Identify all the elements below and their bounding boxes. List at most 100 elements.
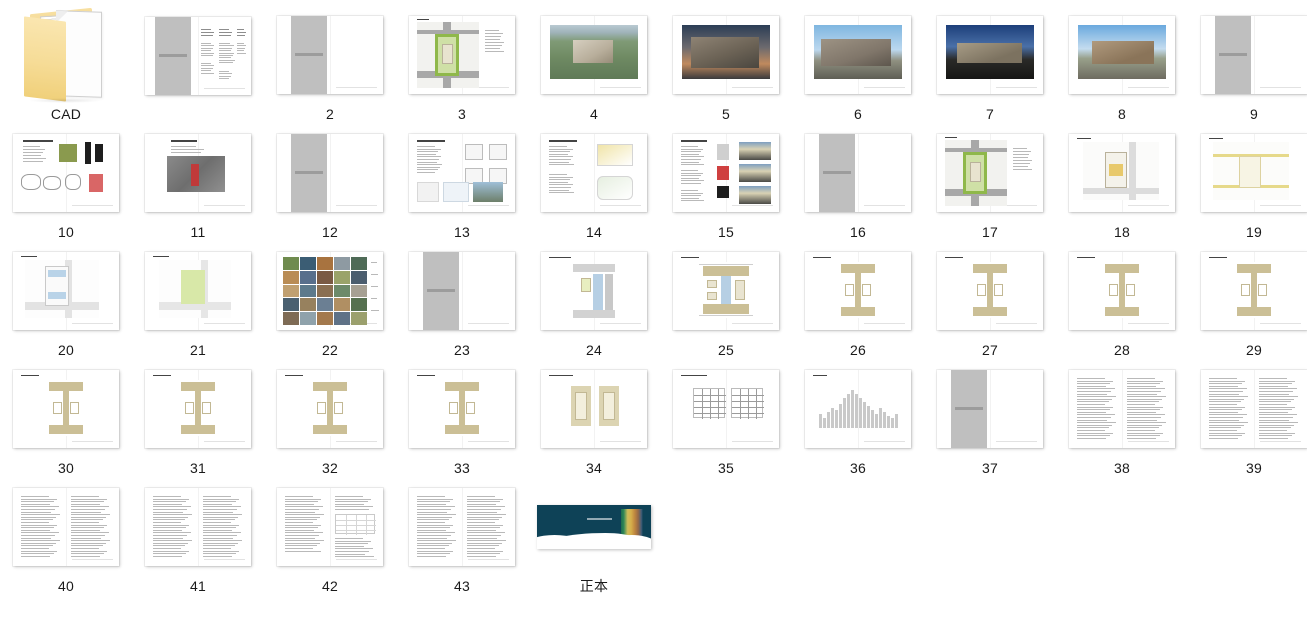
file-label[interactable]: 24: [586, 342, 602, 358]
file-item[interactable]: 15: [660, 122, 792, 240]
file-label[interactable]: 20: [58, 342, 74, 358]
thumbnail[interactable]: [660, 358, 792, 460]
file-label[interactable]: 3: [458, 106, 466, 122]
file-label[interactable]: 7: [986, 106, 994, 122]
thumbnail[interactable]: [132, 4, 264, 108]
file-label[interactable]: 36: [850, 460, 866, 476]
thumbnail[interactable]: [792, 358, 924, 460]
file-item[interactable]: 10: [0, 122, 132, 240]
thumbnail[interactable]: [264, 240, 396, 342]
file-item[interactable]: 正本: [528, 476, 660, 594]
file-label[interactable]: 14: [586, 224, 602, 240]
thumbnail[interactable]: [396, 240, 528, 342]
file-label[interactable]: 23: [454, 342, 470, 358]
file-item[interactable]: 43: [396, 476, 528, 594]
thumbnail[interactable]: [1056, 122, 1188, 224]
file-label[interactable]: 31: [190, 460, 206, 476]
file-item[interactable]: 14: [528, 122, 660, 240]
file-item[interactable]: 12: [264, 122, 396, 240]
file-item[interactable]: 31: [132, 358, 264, 476]
thumbnail[interactable]: [0, 476, 132, 578]
file-label[interactable]: 28: [1114, 342, 1130, 358]
thumbnail[interactable]: [396, 476, 528, 578]
thumbnail[interactable]: [528, 4, 660, 106]
file-label[interactable]: 25: [718, 342, 734, 358]
thumbnail[interactable]: [528, 122, 660, 224]
file-label[interactable]: 27: [982, 342, 998, 358]
file-label[interactable]: 39: [1246, 460, 1262, 476]
thumbnail[interactable]: [1056, 358, 1188, 460]
file-item[interactable]: [132, 4, 264, 122]
file-item[interactable]: 21: [132, 240, 264, 358]
file-item[interactable]: 41: [132, 476, 264, 594]
thumbnail[interactable]: [0, 4, 132, 106]
file-label[interactable]: 19: [1246, 224, 1262, 240]
file-label[interactable]: 6: [854, 106, 862, 122]
file-label[interactable]: 37: [982, 460, 998, 476]
thumbnail[interactable]: [0, 358, 132, 460]
file-label[interactable]: 9: [1250, 106, 1258, 122]
thumbnail[interactable]: [1056, 4, 1188, 106]
file-label[interactable]: 8: [1118, 106, 1126, 122]
thumbnail[interactable]: [792, 122, 924, 224]
file-item[interactable]: 22: [264, 240, 396, 358]
thumbnail[interactable]: [264, 476, 396, 578]
file-label[interactable]: 29: [1246, 342, 1262, 358]
file-label[interactable]: 30: [58, 460, 74, 476]
thumbnail[interactable]: [1056, 240, 1188, 342]
file-label[interactable]: 10: [58, 224, 74, 240]
file-item[interactable]: 5: [660, 4, 792, 122]
thumbnail[interactable]: [132, 122, 264, 224]
file-item[interactable]: 18: [1056, 122, 1188, 240]
file-item[interactable]: 36: [792, 358, 924, 476]
file-item[interactable]: 37: [924, 358, 1056, 476]
file-item[interactable]: 27: [924, 240, 1056, 358]
file-label[interactable]: 33: [454, 460, 470, 476]
file-label[interactable]: 41: [190, 578, 206, 594]
thumbnail[interactable]: [924, 240, 1056, 342]
thumbnail[interactable]: [396, 122, 528, 224]
thumbnail[interactable]: [132, 240, 264, 342]
file-label[interactable]: 40: [58, 578, 74, 594]
file-label[interactable]: 42: [322, 578, 338, 594]
file-label[interactable]: 12: [322, 224, 338, 240]
thumbnail[interactable]: [264, 122, 396, 224]
thumbnail[interactable]: [1188, 4, 1307, 106]
thumbnail[interactable]: [660, 122, 792, 224]
file-item[interactable]: 34: [528, 358, 660, 476]
file-item[interactable]: 25: [660, 240, 792, 358]
file-label[interactable]: 4: [590, 106, 598, 122]
thumbnail[interactable]: [264, 358, 396, 460]
file-label[interactable]: 32: [322, 460, 338, 476]
file-label[interactable]: 16: [850, 224, 866, 240]
file-item[interactable]: 30: [0, 358, 132, 476]
file-item[interactable]: 3: [396, 4, 528, 122]
file-label[interactable]: 26: [850, 342, 866, 358]
thumbnail[interactable]: [264, 4, 396, 106]
file-item[interactable]: 24: [528, 240, 660, 358]
thumbnail[interactable]: [396, 358, 528, 460]
file-label[interactable]: 5: [722, 106, 730, 122]
file-label[interactable]: 38: [1114, 460, 1130, 476]
file-item[interactable]: 16: [792, 122, 924, 240]
file-item[interactable]: 28: [1056, 240, 1188, 358]
file-label[interactable]: 13: [454, 224, 470, 240]
file-label[interactable]: 22: [322, 342, 338, 358]
file-item[interactable]: 13: [396, 122, 528, 240]
thumbnail[interactable]: [528, 358, 660, 460]
thumbnail[interactable]: [132, 476, 264, 578]
file-label[interactable]: 34: [586, 460, 602, 476]
file-item[interactable]: 40: [0, 476, 132, 594]
file-item[interactable]: 32: [264, 358, 396, 476]
file-item[interactable]: 33: [396, 358, 528, 476]
file-label[interactable]: CAD: [51, 106, 81, 122]
file-item[interactable]: 26: [792, 240, 924, 358]
thumbnail[interactable]: [1188, 240, 1307, 342]
thumbnail[interactable]: [792, 4, 924, 106]
thumbnail[interactable]: [1188, 358, 1307, 460]
thumbnail[interactable]: [924, 4, 1056, 106]
file-label[interactable]: 17: [982, 224, 998, 240]
file-item[interactable]: 35: [660, 358, 792, 476]
file-item[interactable]: 38: [1056, 358, 1188, 476]
thumbnail[interactable]: [1188, 122, 1307, 224]
